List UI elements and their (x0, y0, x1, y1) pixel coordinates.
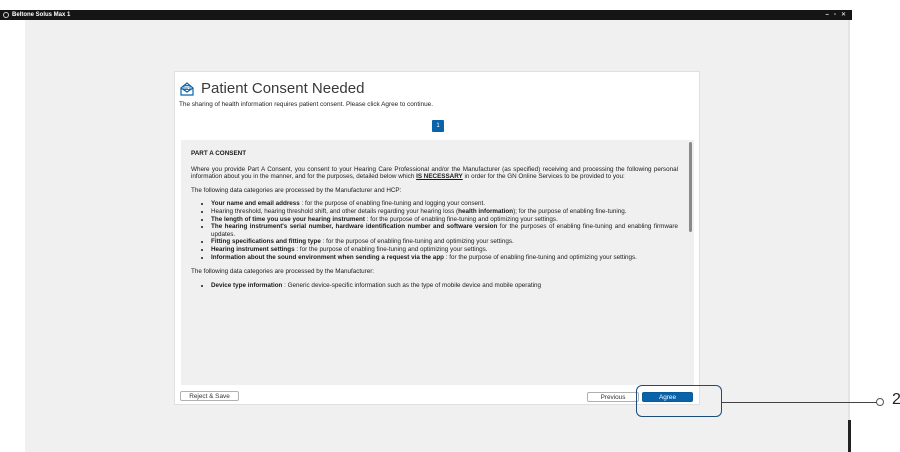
consent-text-panel[interactable]: PART A CONSENT Where you provide Part A … (181, 140, 694, 385)
page-indicator[interactable]: 1 (432, 120, 444, 132)
close-icon[interactable]: ✕ (841, 10, 846, 20)
list-item: Device type information : Generic device… (211, 282, 678, 290)
callout-line (722, 402, 878, 403)
list-item: Your name and email address : for the pu… (211, 200, 678, 208)
previous-button[interactable]: Previous (587, 392, 639, 402)
envelope-consent-icon (180, 81, 194, 96)
agree-highlight-box (636, 385, 722, 417)
consent-part-title: PART A CONSENT (191, 150, 247, 157)
minimize-icon[interactable]: – (825, 10, 828, 20)
consent-content: PART A CONSENT Where you provide Part A … (191, 150, 678, 296)
hcp-list: Your name and email address : for the pu… (191, 200, 678, 261)
dialog-header: Patient Consent Needed (179, 80, 364, 97)
manufacturer-heading: The following data categories are proces… (191, 268, 375, 276)
manufacturer-list: Device type information : Generic device… (191, 282, 678, 290)
list-item: Information about the sound environment … (211, 254, 678, 262)
list-item: Hearing instrument settings : for the pu… (211, 246, 678, 254)
window-border (848, 20, 850, 452)
dialog-subtitle: The sharing of health information requir… (179, 101, 433, 108)
consent-intro: Where you provide Part A Consent, you co… (191, 165, 678, 181)
hcp-heading: The following data categories are proces… (191, 186, 402, 194)
list-item: The hearing instrument's serial number, … (211, 223, 678, 238)
list-item: The length of time you use your hearing … (211, 216, 678, 224)
callout-number: 2 (892, 391, 900, 408)
window-title: Beltone Solus Max 1 (12, 12, 71, 18)
app-icon (3, 12, 9, 18)
callout-dot (876, 398, 884, 406)
dialog-title: Patient Consent Needed (201, 80, 365, 97)
window-edge (848, 420, 851, 452)
scrollbar-thumb[interactable] (689, 142, 692, 232)
list-item: Hearing threshold, hearing threshold shi… (211, 208, 678, 216)
maximize-icon[interactable]: ▫ (834, 10, 836, 20)
list-item: Fitting specifications and fitting type … (211, 238, 678, 246)
window-controls: – ▫ ✕ (825, 10, 846, 20)
reject-save-button[interactable]: Reject & Save (180, 391, 239, 401)
title-bar: Beltone Solus Max 1 – ▫ ✕ (0, 10, 852, 20)
